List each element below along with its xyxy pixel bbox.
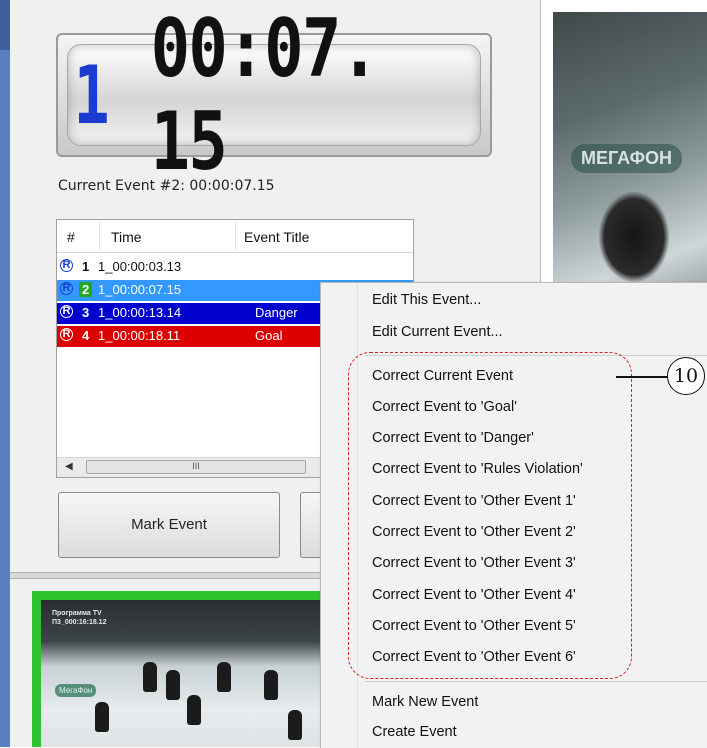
scrollbar-thumb[interactable]: III xyxy=(86,460,306,474)
event-number: 2 xyxy=(79,282,93,297)
column-header-number[interactable]: # xyxy=(67,229,75,245)
column-header-time[interactable]: Time xyxy=(111,229,142,245)
column-header-event-title[interactable]: Event Title xyxy=(244,229,309,245)
event-time: 1_00:00:13.14 xyxy=(98,305,182,320)
event-number: 1 xyxy=(82,259,90,274)
callout-number: 10 xyxy=(667,357,705,395)
video-thumbnail: Программа TV П3_000:16:18.12 МегаФон xyxy=(41,600,321,747)
player-figure xyxy=(264,670,278,700)
event-time: 1_00:00:07.15 xyxy=(98,282,182,297)
mark-event-button[interactable]: Mark Event xyxy=(58,492,280,558)
registered-icon: R xyxy=(60,282,73,295)
event-time: 1_00:00:03.13 xyxy=(98,259,182,274)
player-figure xyxy=(187,695,201,725)
menu-item-edit-this-event[interactable]: Edit This Event... xyxy=(372,292,481,308)
column-separator[interactable] xyxy=(99,222,100,250)
event-time: 1_00:00:18.11 xyxy=(98,328,181,343)
video-preview-main: МЕГАФОН xyxy=(553,12,707,292)
event-number: 3 xyxy=(82,305,90,320)
sponsor-logo: МЕГАФОН xyxy=(571,144,682,173)
registered-icon: R xyxy=(60,259,73,272)
callout-leader-line xyxy=(616,376,669,378)
registered-icon: R xyxy=(60,305,73,318)
video-overlay-channel: Программа TV xyxy=(52,610,102,617)
table-row[interactable]: R 1 1_00:00:03.13 xyxy=(57,257,413,278)
annotation-dashed-outline xyxy=(348,352,632,679)
menu-item-create-event[interactable]: Create Event xyxy=(372,724,457,740)
event-number: 4 xyxy=(82,328,90,343)
player-figure xyxy=(217,662,231,692)
event-title: Goal xyxy=(255,328,283,343)
video-overlay-timecode: П3_000:16:18.12 xyxy=(52,619,107,626)
timer-time: 00:07. 15 xyxy=(150,2,380,188)
sponsor-logo: МегаФон xyxy=(55,684,97,697)
event-list-header: # Time Event Title xyxy=(57,220,413,253)
scroll-left-icon[interactable]: ◀ xyxy=(65,461,73,472)
goalkeeper-figure xyxy=(599,192,669,282)
timer-event-number: 1 xyxy=(73,48,110,142)
menu-item-edit-current-event[interactable]: Edit Current Event... xyxy=(372,324,503,340)
current-event-label: Current Event #2: 00:00:07.15 xyxy=(58,178,275,194)
video-thumbnail-selected[interactable]: Программа TV П3_000:16:18.12 МегаФон xyxy=(32,591,330,747)
player-figure xyxy=(166,670,180,700)
player-figure xyxy=(95,702,109,732)
window-edge-top xyxy=(0,0,10,50)
menu-separator xyxy=(365,681,707,682)
column-separator[interactable] xyxy=(235,222,236,250)
timer-display: 1 00:07. 15 xyxy=(67,2,481,188)
timer-display-frame: 1 00:07. 15 xyxy=(56,2,492,188)
window-edge xyxy=(0,0,10,747)
player-figure xyxy=(288,710,302,740)
registered-icon: R xyxy=(60,328,73,341)
event-title: Danger xyxy=(255,305,298,320)
menu-item-mark-new-event[interactable]: Mark New Event xyxy=(372,694,478,710)
player-figure xyxy=(143,662,157,692)
